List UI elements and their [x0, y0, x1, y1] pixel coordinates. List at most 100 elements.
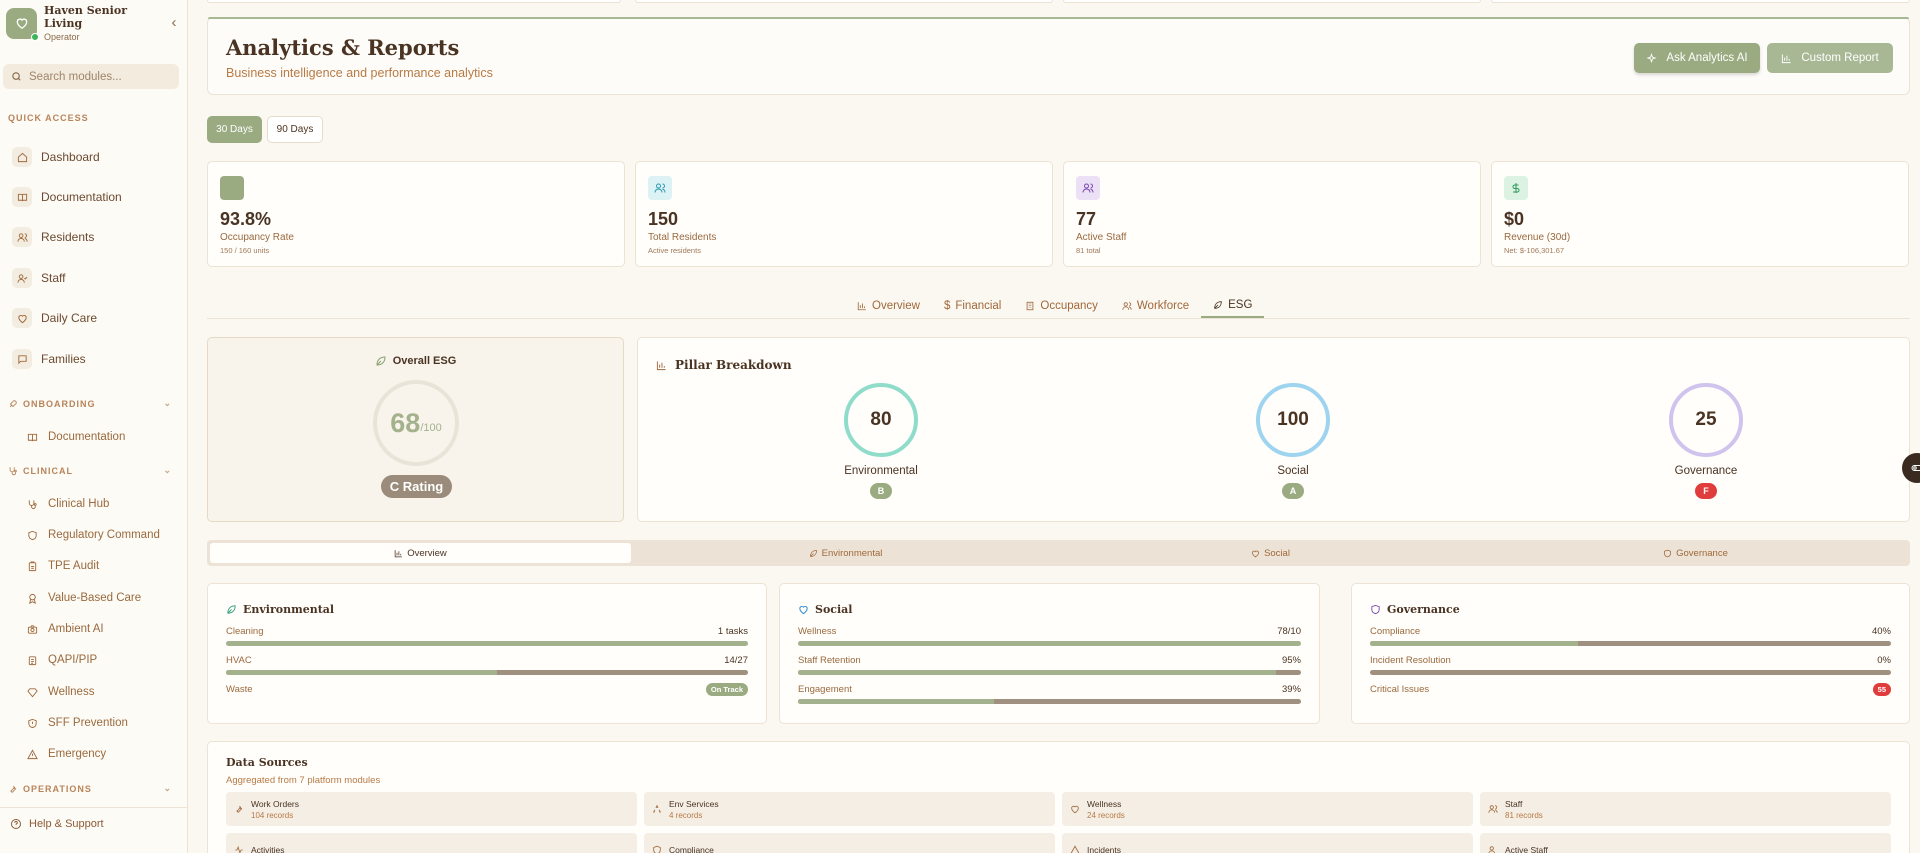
metric-label: Cleaning: [226, 625, 264, 637]
sidebar-item-ambient-ai[interactable]: Ambient AI: [27, 618, 182, 640]
sidebar-item-wellness[interactable]: Wellness: [27, 681, 182, 703]
metric-row: Wellness 78/10: [798, 624, 1301, 638]
search-input[interactable]: [29, 70, 169, 83]
button-label: Custom Report: [1801, 52, 1879, 64]
sidebar-item-label: Ambient AI: [48, 623, 104, 635]
leaf-icon: [1214, 300, 1222, 309]
metric-label: HVAC: [226, 654, 252, 666]
subtab-label: Environmental: [821, 547, 883, 559]
sidebar-item-daily-care[interactable]: Daily Care: [12, 304, 182, 332]
sidebar-item-qapi-pip[interactable]: QAPI/PIP: [27, 649, 182, 671]
help-support-link[interactable]: Help & Support: [10, 818, 104, 830]
subtab-overview[interactable]: Overview: [210, 543, 631, 563]
sidebar-item-label: Daily Care: [41, 311, 98, 325]
kpi-occupancy-card: 93.8% Occupancy Rate 150 / 160 units: [207, 161, 625, 267]
tab-workforce[interactable]: Workforce: [1110, 293, 1201, 318]
metric-label: Incident Resolution: [1370, 654, 1451, 666]
progress-fill: [1370, 641, 1579, 646]
kpi-residents-card: 150 Total Residents Active residents: [635, 161, 1053, 267]
kpi-label: Active Staff: [1076, 232, 1127, 243]
sidebar-item-families[interactable]: Families: [12, 345, 182, 373]
kpi-value: 93.8%: [220, 209, 272, 229]
subtab-environmental[interactable]: Environmental: [635, 543, 1056, 563]
wrench-icon: [8, 784, 18, 794]
source-name: Incidents: [1087, 845, 1122, 853]
subtab-governance[interactable]: Governance: [1485, 543, 1906, 563]
esg-score: 68: [390, 407, 421, 438]
sidebar-item-label: SFF Prevention: [48, 717, 128, 729]
sidebar-item-emergency[interactable]: Emergency: [27, 743, 182, 765]
card-title: Environmental: [226, 603, 334, 616]
shield-icon: [1664, 549, 1671, 557]
shield-icon: [1371, 604, 1380, 615]
tab-label: Workforce: [1136, 299, 1190, 312]
sidebar-item-staff[interactable]: Staff: [12, 264, 182, 292]
page-header: Analytics & Reports Business intelligenc…: [207, 17, 1910, 95]
card-title-text: Social: [815, 603, 853, 616]
metric-row: Cleaning 1 tasks: [226, 624, 748, 638]
metric-label: Engagement: [798, 683, 852, 695]
range-90-days-button[interactable]: 90 Days: [267, 116, 323, 143]
kpi-revenue-card: $0 Revenue (30d) Net: $-106,301.67: [1491, 161, 1909, 267]
sidebar-item-dashboard[interactable]: Dashboard: [12, 143, 182, 171]
sidebar-item-documentation[interactable]: Documentation: [12, 183, 182, 211]
pillar-name: Governance: [1674, 465, 1738, 477]
users-icon: [1076, 176, 1100, 200]
progress-bar: [226, 670, 748, 675]
pillar-breakdown-title: Pillar Breakdown: [656, 358, 792, 372]
org-name: Haven Senior Living: [44, 4, 127, 30]
subtab-social[interactable]: Social: [1060, 543, 1481, 563]
data-source-item: Compliance: [644, 833, 1055, 853]
bar-chart-icon: [857, 301, 866, 310]
scrolled-card-edge: [207, 0, 621, 3]
source-name: Work Orders: [251, 798, 300, 809]
stethoscope-icon: [8, 466, 18, 476]
tab-label: Overview: [872, 299, 920, 312]
operations-section[interactable]: OPERATIONS ⌄: [8, 783, 172, 794]
users-icon: [1122, 301, 1132, 310]
metric-row: Staff Retention 95%: [798, 653, 1301, 667]
sidebar-item-regulatory-command[interactable]: Regulatory Command: [27, 524, 182, 546]
data-source-item: Active Staff: [1480, 833, 1891, 853]
subtab-label: Overview: [407, 547, 447, 559]
ask-analytics-ai-button[interactable]: Ask Analytics AI: [1634, 43, 1760, 73]
sidebar-item-value-based-care[interactable]: Value-Based Care: [27, 587, 182, 609]
onboarding-section[interactable]: ONBOARDING ⌄: [8, 398, 172, 409]
metric-label: Wellness: [798, 625, 837, 637]
card-title-text: Environmental: [243, 603, 335, 616]
tab-financial[interactable]: $ Financial: [932, 293, 1013, 318]
help-label: Help & Support: [29, 818, 104, 830]
kpi-value: 77: [1076, 209, 1097, 229]
heart-icon: [1252, 550, 1259, 557]
search-icon: [12, 72, 21, 81]
tab-overview[interactable]: Overview: [845, 293, 932, 318]
tab-esg[interactable]: ESG: [1201, 293, 1265, 318]
analytics-tabs: Overview $ Financial Occupancy Workforce…: [845, 293, 1265, 318]
custom-report-button[interactable]: Custom Report: [1767, 43, 1893, 73]
kpi-label: Revenue (30d): [1504, 232, 1571, 243]
clinical-label: CLINICAL: [23, 465, 73, 476]
tab-occupancy[interactable]: Occupancy: [1013, 293, 1110, 318]
subtab-label: Governance: [1676, 547, 1728, 559]
clinical-section[interactable]: CLINICAL ⌄: [8, 465, 172, 476]
book-icon: [12, 187, 32, 207]
data-sources-title: Data Sources: [226, 756, 308, 769]
module-search[interactable]: [3, 64, 179, 89]
collapse-sidebar-icon[interactable]: ‹: [166, 15, 182, 31]
sidebar-item-residents[interactable]: Residents: [12, 223, 182, 251]
sidebar-item-tpe-audit[interactable]: TPE Audit: [27, 555, 182, 577]
shield-icon: [27, 530, 39, 541]
esg-rating-badge: C Rating: [381, 475, 452, 498]
pillar-grade-badge: F: [1695, 483, 1717, 499]
range-30-days-button[interactable]: 30 Days: [207, 116, 262, 143]
sidebar-item-sff-prevention[interactable]: SFF Prevention: [27, 712, 182, 734]
square-icon: [220, 176, 244, 200]
sidebar-item-clinical-hub[interactable]: Clinical Hub: [27, 493, 182, 515]
progress-bar: [798, 699, 1301, 704]
page-subtitle: Business intelligence and performance an…: [226, 66, 493, 80]
sidebar-item-onboarding-documentation[interactable]: Documentation: [27, 426, 182, 448]
help-circle-icon: [11, 819, 21, 829]
sidebar-item-label: QAPI/PIP: [48, 654, 98, 666]
kpi-staff-card: 77 Active Staff 81 total: [1063, 161, 1481, 267]
org-switcher[interactable]: Haven Senior Living Operator ‹: [6, 4, 182, 42]
